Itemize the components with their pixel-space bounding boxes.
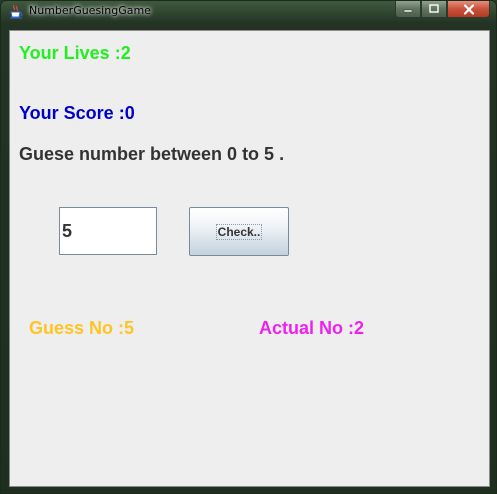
guess-input[interactable]	[59, 207, 157, 255]
lives-label: Your Lives :2	[19, 43, 131, 63]
app-window: NumberGuesingGame Your Lives :2 Your Sco…	[0, 0, 497, 494]
game-panel: Your Lives :2 Your Score :0 Guese number…	[9, 30, 490, 487]
minimize-icon	[403, 9, 413, 13]
close-icon	[463, 3, 474, 15]
actual-number-label: Actual No :2	[259, 318, 365, 338]
close-button[interactable]	[447, 1, 490, 18]
minimize-button[interactable]	[395, 1, 421, 18]
check-button[interactable]: Check..	[189, 207, 289, 256]
maximize-button[interactable]	[421, 1, 447, 18]
guess-number-label: Guess No :5	[29, 318, 135, 338]
prompt-label: Guese number between 0 to 5 .	[19, 144, 285, 164]
check-button-label: Check..	[215, 223, 263, 240]
title-bar[interactable]: NumberGuesingGame	[1, 1, 496, 23]
window-title: NumberGuesingGame	[29, 4, 151, 17]
maximize-icon	[429, 4, 439, 13]
java-cup-icon	[10, 4, 23, 19]
score-label: Your Score :0	[19, 103, 135, 123]
window-controls	[395, 1, 490, 19]
